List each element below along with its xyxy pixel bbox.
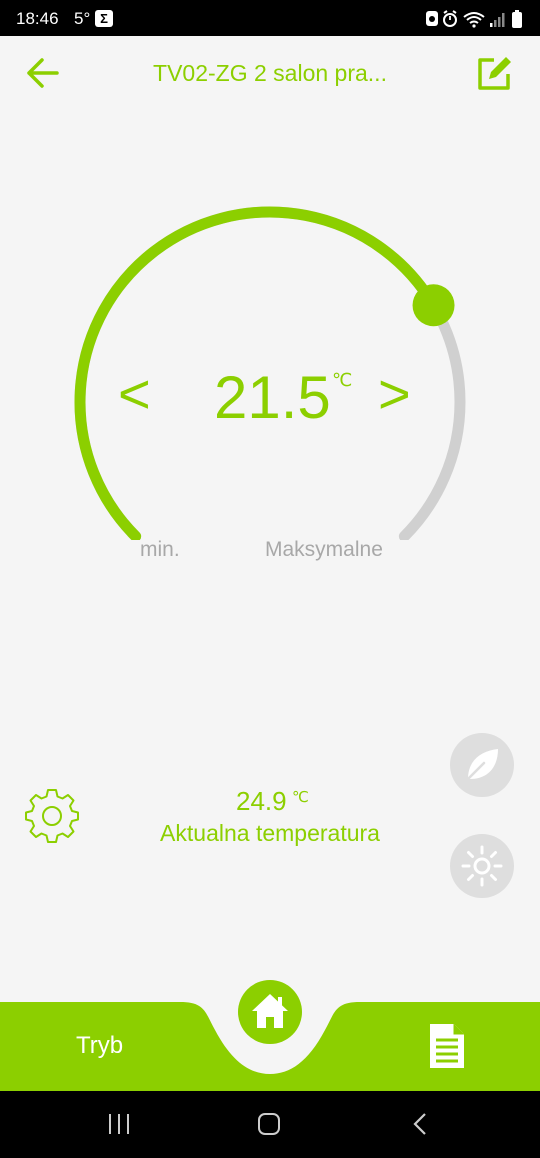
- leaf-icon: [464, 749, 498, 783]
- battery-icon: [512, 10, 522, 28]
- notification-icon: [426, 11, 438, 26]
- status-time: 18:46: [16, 9, 59, 28]
- signal-icon: [490, 13, 505, 27]
- schedule-button[interactable]: [428, 1022, 466, 1070]
- settings-button[interactable]: [24, 788, 80, 844]
- increase-temp-button[interactable]: >: [378, 366, 411, 422]
- status-weather-temp: 5°: [74, 9, 91, 28]
- decrease-temp-button[interactable]: <: [118, 366, 151, 422]
- dial-handle[interactable]: [412, 284, 455, 327]
- edit-button[interactable]: [474, 54, 514, 94]
- sun-icon: [461, 845, 503, 887]
- recent-apps-button[interactable]: [106, 1111, 132, 1142]
- status-icons: [426, 9, 526, 29]
- back-button[interactable]: [24, 56, 62, 90]
- eco-mode-button[interactable]: [450, 733, 514, 797]
- setpoint-unit: ℃: [332, 370, 353, 390]
- max-label: Maksymalne: [265, 538, 383, 561]
- current-temp-value: 24.9: [236, 786, 287, 816]
- system-nav-bar: [0, 1091, 540, 1158]
- min-label: min.: [140, 538, 180, 561]
- current-temp-label: Aktualna temperatura: [160, 820, 380, 846]
- comfort-mode-button[interactable]: [450, 834, 514, 898]
- app-header: TV02-ZG 2 salon pra...: [0, 36, 540, 112]
- alarm-icon: [443, 10, 457, 27]
- gear-icon: [25, 789, 79, 843]
- recents-icon: [109, 1114, 129, 1134]
- setpoint-value: 21.5: [214, 364, 331, 431]
- status-bar: 18:46 5° Σ: [0, 0, 540, 36]
- system-home-button[interactable]: [256, 1111, 282, 1142]
- edit-icon: [478, 57, 511, 90]
- current-temp-unit: ℃: [292, 789, 309, 806]
- home-icon: [252, 994, 288, 1028]
- sigma-icon: Σ: [95, 10, 113, 27]
- wifi-icon: [463, 12, 485, 28]
- document-icon: [430, 1024, 464, 1068]
- home-button[interactable]: [238, 980, 302, 1044]
- mode-button[interactable]: Tryb: [76, 1032, 123, 1060]
- thermostat-dial[interactable]: [0, 180, 540, 540]
- system-back-button[interactable]: [408, 1111, 434, 1142]
- chevron-left-icon: [413, 1113, 426, 1135]
- arrow-left-icon: [27, 58, 59, 88]
- home-outline-icon: [258, 1113, 280, 1135]
- page-title: TV02-ZG 2 salon pra...: [153, 60, 387, 86]
